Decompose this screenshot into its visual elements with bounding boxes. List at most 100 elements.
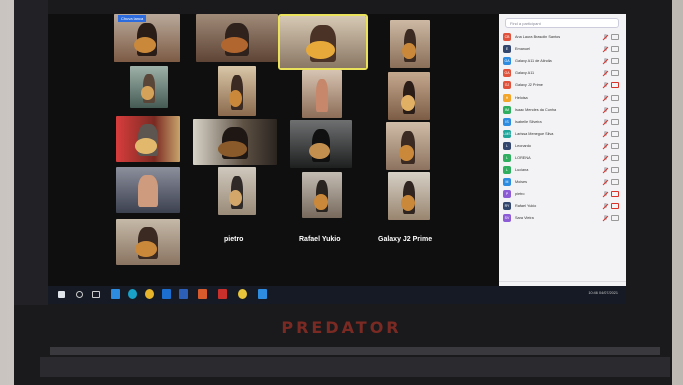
video-tile[interactable] [116, 219, 180, 265]
system-tray[interactable]: 10:46 04/07/2021 [588, 291, 618, 295]
participant-row[interactable]: GA Galaxy A11 [503, 67, 621, 79]
video-tile[interactable] [193, 119, 277, 165]
participant-name: LORENA [515, 155, 531, 160]
mic-muted-icon[interactable] [603, 179, 608, 185]
participant-row[interactable]: M Moises [503, 176, 621, 188]
participant-name: Ana Laura Brasolin Santos [515, 35, 561, 40]
outlook-icon[interactable] [162, 289, 171, 299]
camera-icon[interactable] [611, 94, 619, 101]
video-tile[interactable] [116, 167, 180, 213]
video-tile[interactable] [130, 66, 168, 108]
windows-taskbar: 10:46 04/07/2021 [48, 286, 626, 304]
mic-muted-icon[interactable] [603, 46, 608, 52]
video-tile[interactable] [388, 172, 430, 220]
participant-row[interactable]: Ppietro [503, 188, 621, 200]
mic-muted-icon[interactable] [603, 191, 608, 197]
camera-icon[interactable] [611, 106, 619, 113]
video-tile[interactable] [302, 172, 342, 218]
video-tile[interactable] [386, 122, 430, 170]
zoom-icon[interactable] [258, 289, 267, 299]
video-tile[interactable] [218, 167, 256, 215]
mic-muted-icon[interactable] [603, 203, 608, 209]
participant-row[interactable]: GA Galaxy A11 de Alindia [503, 55, 621, 67]
video-tile[interactable] [390, 20, 430, 68]
mic-muted-icon[interactable] [603, 82, 608, 88]
mic-muted-icon[interactable] [603, 118, 608, 125]
mic-muted-icon[interactable] [603, 142, 608, 149]
participant-row[interactable]: IS Isabelle Silveira [503, 116, 621, 128]
participant-row[interactable]: L Leonardo [503, 140, 621, 152]
participant-avatar: LMS [503, 129, 511, 138]
participant-avatar: GA [503, 69, 511, 78]
participant-row[interactable]: H Heloisa [503, 91, 621, 103]
participant-row[interactable]: L LORENA [503, 152, 621, 164]
participant-avatar: IS [503, 117, 511, 126]
camera-icon[interactable] [611, 215, 619, 222]
participant-row[interactable]: L Luciana [503, 164, 621, 176]
mic-muted-icon[interactable] [603, 94, 608, 101]
camera-icon[interactable] [611, 179, 619, 186]
participant-name: Sara Vieira [515, 216, 534, 221]
camera-icon[interactable] [611, 203, 619, 210]
camera-icon[interactable] [611, 167, 619, 174]
participant-row[interactable]: E Emanuel [503, 43, 621, 55]
mic-muted-icon[interactable] [603, 70, 608, 76]
camera-icon[interactable] [611, 34, 619, 41]
participant-name: Galaxy A11 de Alindia [515, 59, 552, 64]
video-tile[interactable] [116, 116, 180, 162]
search-icon[interactable] [76, 291, 83, 298]
camera-icon[interactable] [611, 154, 619, 161]
chrome-icon[interactable] [145, 289, 154, 299]
participant-name: Rafael Yukio [515, 204, 537, 209]
participant-row[interactable]: IM Isaac Mendes da Cunha [503, 104, 621, 116]
mic-muted-icon[interactable] [603, 154, 608, 161]
camera-icon[interactable] [611, 118, 619, 125]
participant-name: Leonardo [515, 143, 532, 148]
mic-muted-icon[interactable] [603, 34, 608, 40]
camera-icon[interactable] [611, 58, 619, 65]
camera-icon[interactable] [611, 142, 619, 149]
powerpoint-icon[interactable] [198, 289, 207, 299]
mic-muted-icon[interactable] [603, 215, 608, 221]
vscode-icon[interactable] [111, 289, 120, 299]
participant-avatar: GA [503, 57, 511, 66]
camera-icon[interactable] [611, 46, 619, 53]
participant-name: Heloisa [515, 95, 528, 100]
video-tile-active-speaker[interactable] [278, 14, 368, 70]
predator-logo: PREDATOR [281, 318, 402, 337]
mic-muted-icon[interactable] [603, 130, 608, 137]
participant-row[interactable]: LMS Larissa Menegue Silva [503, 128, 621, 140]
windows-start-icon[interactable] [58, 291, 65, 298]
participants-panel: Find a participant CB Ana Laura Brasolin … [499, 14, 626, 296]
mic-muted-icon[interactable] [603, 106, 608, 113]
video-tile[interactable] [302, 70, 342, 118]
word-icon[interactable] [179, 289, 188, 299]
mic-muted-icon[interactable] [603, 58, 608, 64]
participant-name: Isaac Mendes da Cunha [515, 107, 557, 112]
participant-name: Luciana [515, 168, 529, 173]
task-view-icon[interactable] [92, 291, 100, 298]
tray-date: 04/07/2021 [598, 291, 618, 295]
participant-name: Galaxy A11 [515, 71, 535, 76]
participant-search-input[interactable]: Find a participant [505, 18, 619, 28]
edge-icon[interactable] [128, 289, 137, 299]
video-tile[interactable] [290, 120, 352, 168]
video-tile[interactable] [388, 72, 430, 120]
app-icon[interactable] [238, 289, 247, 299]
video-tile[interactable] [218, 66, 256, 116]
participant-row[interactable]: RY Rafael Yukio [503, 200, 621, 212]
video-tile[interactable] [196, 14, 278, 62]
participant-row[interactable]: GJ Galaxy J2 Prime [503, 79, 621, 91]
mic-muted-icon[interactable] [603, 167, 608, 173]
camera-icon[interactable] [611, 130, 619, 137]
camera-icon[interactable] [611, 82, 619, 89]
camera-icon[interactable] [611, 70, 619, 77]
participant-avatar: L [503, 166, 511, 175]
participant-row[interactable]: CB Ana Laura Brasolin Santos [503, 31, 621, 43]
video-tile[interactable]: Chuva lanca [114, 14, 180, 62]
participant-name: Galaxy J2 Prime [515, 83, 543, 88]
acrobat-icon[interactable] [218, 289, 227, 299]
participant-name: Larissa Menegue Silva [515, 131, 554, 136]
camera-icon[interactable] [611, 191, 619, 198]
participant-row[interactable]: SV Sara Vieira [503, 212, 621, 224]
